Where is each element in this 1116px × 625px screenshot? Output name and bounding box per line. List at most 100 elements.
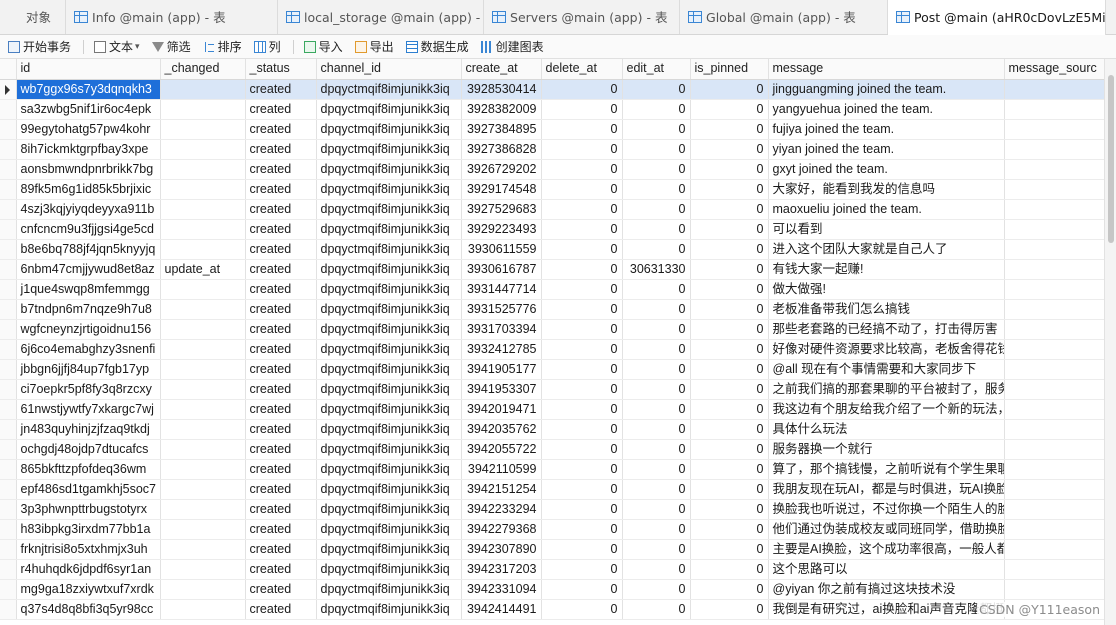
cell-channel-id[interactable]: dpqyctmqif8imjunikk3iq <box>316 139 462 160</box>
cell-delete-at[interactable]: 0 <box>541 79 623 100</box>
cell-channel-id[interactable]: dpqyctmqif8imjunikk3iq <box>316 79 462 100</box>
cell-channel-id[interactable]: dpqyctmqif8imjunikk3iq <box>316 119 462 140</box>
cell-status[interactable]: created <box>245 339 317 360</box>
cell-status[interactable]: created <box>245 139 317 160</box>
cell-changed[interactable] <box>160 119 246 140</box>
cell-delete-at[interactable]: 0 <box>541 219 623 240</box>
cell-status[interactable]: created <box>245 399 317 420</box>
cell-status[interactable]: created <box>245 539 317 560</box>
cell-message-source[interactable] <box>1004 219 1104 240</box>
cell-message-source[interactable] <box>1004 519 1104 540</box>
row-gutter[interactable] <box>0 179 17 200</box>
row-gutter[interactable] <box>0 379 17 400</box>
cell-channel-id[interactable]: dpqyctmqif8imjunikk3iq <box>316 459 462 480</box>
cell-message-source[interactable] <box>1004 559 1104 580</box>
cell-changed[interactable] <box>160 339 246 360</box>
column-header-changed[interactable]: _changed <box>160 59 246 80</box>
cell-is-pinned[interactable]: 0 <box>690 599 769 620</box>
cell-status[interactable]: created <box>245 519 317 540</box>
cell-create-at[interactable]: 3942055722 <box>461 439 542 460</box>
import-button[interactable]: 导入 <box>303 38 343 55</box>
cell-id[interactable]: jbbgn6jjfj84up7fgb17yp <box>16 359 161 380</box>
cell-channel-id[interactable]: dpqyctmqif8imjunikk3iq <box>316 599 462 620</box>
cell-changed[interactable] <box>160 379 246 400</box>
cell-edit-at[interactable]: 0 <box>622 359 691 380</box>
cell-message[interactable]: 进入这个团队大家就是自己人了 <box>768 239 1005 260</box>
cell-delete-at[interactable]: 0 <box>541 99 623 120</box>
cell-id[interactable]: 865bkfttzpfofdeq36wm <box>16 459 161 480</box>
cell-edit-at[interactable]: 0 <box>622 179 691 200</box>
cell-delete-at[interactable]: 0 <box>541 139 623 160</box>
cell-is-pinned[interactable]: 0 <box>690 99 769 120</box>
cell-message[interactable]: gxyt joined the team. <box>768 159 1005 180</box>
cell-is-pinned[interactable]: 0 <box>690 519 769 540</box>
cell-delete-at[interactable]: 0 <box>541 459 623 480</box>
cell-edit-at[interactable]: 0 <box>622 139 691 160</box>
cell-status[interactable]: created <box>245 119 317 140</box>
cell-message[interactable]: maoxueliu joined the team. <box>768 199 1005 220</box>
table-row[interactable]: r4huhqdk6jdpdf6syr1an created dpqyctmqif8i… <box>0 559 1104 580</box>
cell-edit-at[interactable]: 0 <box>622 539 691 560</box>
cell-is-pinned[interactable]: 0 <box>690 279 769 300</box>
cell-create-at[interactable]: 3942110599 <box>461 459 542 480</box>
cell-id[interactable]: 6j6co4emabghzy3snenfi <box>16 339 161 360</box>
row-gutter[interactable] <box>0 439 17 460</box>
row-gutter[interactable] <box>0 539 17 560</box>
cell-create-at[interactable]: 3942019471 <box>461 399 542 420</box>
cell-channel-id[interactable]: dpqyctmqif8imjunikk3iq <box>316 439 462 460</box>
cell-changed[interactable] <box>160 559 246 580</box>
cell-is-pinned[interactable]: 0 <box>690 299 769 320</box>
cell-create-at[interactable]: 3927386828 <box>461 139 542 160</box>
cell-is-pinned[interactable]: 0 <box>690 399 769 420</box>
cell-delete-at[interactable]: 0 <box>541 179 623 200</box>
cell-id[interactable]: ochgdj48ojdp7dtucafcs <box>16 439 161 460</box>
cell-is-pinned[interactable]: 0 <box>690 259 769 280</box>
cell-edit-at[interactable]: 0 <box>622 459 691 480</box>
cell-edit-at[interactable]: 0 <box>622 599 691 620</box>
row-gutter[interactable] <box>0 339 17 360</box>
cell-is-pinned[interactable]: 0 <box>690 419 769 440</box>
cell-status[interactable]: created <box>245 259 317 280</box>
cell-edit-at[interactable]: 0 <box>622 499 691 520</box>
row-gutter[interactable] <box>0 399 17 420</box>
scrollbar-thumb[interactable] <box>1108 75 1114 243</box>
cell-id[interactable]: 4szj3kqjyiyqdeyyxa911b <box>16 199 161 220</box>
cell-message[interactable]: 做大做强! <box>768 279 1005 300</box>
tab-local-storage[interactable]: local_storage @main (app) - 表 <box>278 0 485 34</box>
vertical-scrollbar[interactable] <box>1104 59 1116 625</box>
column-header-status[interactable]: _status <box>245 59 317 80</box>
row-gutter[interactable] <box>0 79 17 100</box>
table-row[interactable]: wgfcneynzjrtigoidnu156 created dpqyctmqif8… <box>0 319 1104 340</box>
cell-id[interactable]: jn483quyhinjzjfzaq9tkdj <box>16 419 161 440</box>
cell-create-at[interactable]: 3928382009 <box>461 99 542 120</box>
cell-channel-id[interactable]: dpqyctmqif8imjunikk3iq <box>316 179 462 200</box>
cell-channel-id[interactable]: dpqyctmqif8imjunikk3iq <box>316 159 462 180</box>
cell-status[interactable]: created <box>245 459 317 480</box>
table-row[interactable]: 865bkfttzpfofdeq36wm created dpqyctmqif8im… <box>0 459 1104 480</box>
cell-is-pinned[interactable]: 0 <box>690 179 769 200</box>
table-row[interactable]: j1que4swqp8mfemmgg created dpqyctmqif8imju… <box>0 279 1104 300</box>
cell-delete-at[interactable]: 0 <box>541 379 623 400</box>
cell-delete-at[interactable]: 0 <box>541 159 623 180</box>
cell-changed[interactable] <box>160 359 246 380</box>
cell-create-at[interactable]: 3927529683 <box>461 199 542 220</box>
cell-id[interactable]: ci7oepkr5pf8fy3q8rzcxy <box>16 379 161 400</box>
cell-status[interactable]: created <box>245 379 317 400</box>
cell-channel-id[interactable]: dpqyctmqif8imjunikk3iq <box>316 239 462 260</box>
cell-message[interactable]: @yiyan 你之前有搞过这块技术没 <box>768 579 1005 600</box>
cell-is-pinned[interactable]: 0 <box>690 499 769 520</box>
table-row[interactable]: h83ibpkg3irxdm77bb1a created dpqyctmqif8im… <box>0 519 1104 540</box>
column-header-message[interactable]: message <box>768 59 1005 80</box>
cell-message-source[interactable] <box>1004 99 1104 120</box>
cell-edit-at[interactable]: 0 <box>622 239 691 260</box>
tab-servers[interactable]: Servers @main (app) - 表 <box>484 0 681 34</box>
tab-objects[interactable]: 对象 <box>0 0 67 34</box>
row-gutter[interactable] <box>0 99 17 120</box>
cell-channel-id[interactable]: dpqyctmqif8imjunikk3iq <box>316 219 462 240</box>
table-row[interactable]: sa3zwbg5nif1ir6oc4epk created dpqyctmqif8i… <box>0 99 1104 120</box>
table-row[interactable]: cnfcncm9u3fjjgsi4ge5cd created dpqyctmqif8… <box>0 219 1104 240</box>
cell-channel-id[interactable]: dpqyctmqif8imjunikk3iq <box>316 279 462 300</box>
cell-is-pinned[interactable]: 0 <box>690 439 769 460</box>
cell-edit-at[interactable]: 0 <box>622 379 691 400</box>
cell-delete-at[interactable]: 0 <box>541 319 623 340</box>
